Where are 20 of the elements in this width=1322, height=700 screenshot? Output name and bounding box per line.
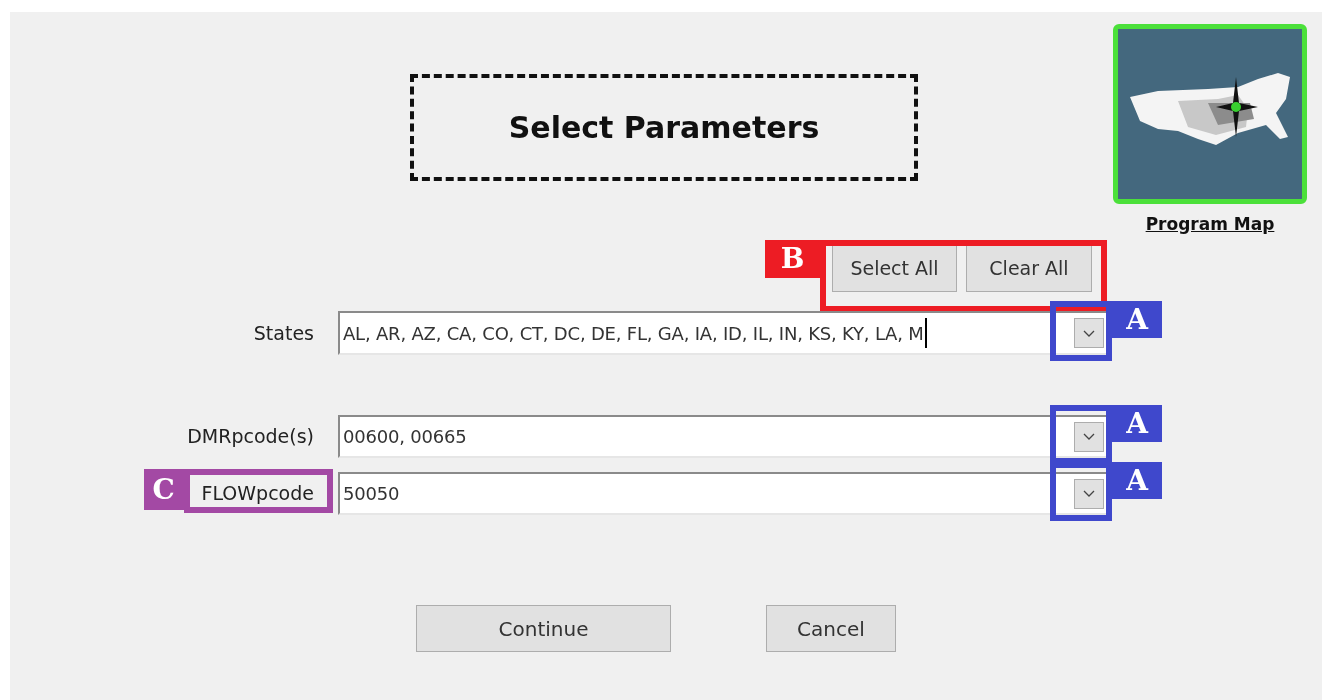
- chevron-icon: [1083, 433, 1095, 440]
- select-button[interactable]: Clear All: [966, 245, 1092, 292]
- annotation-label: A: [1112, 462, 1162, 499]
- select-button[interactable]: Select All: [832, 245, 957, 292]
- field-label: DMRpcode(s): [187, 425, 314, 448]
- dropdown-button[interactable]: [1074, 478, 1104, 509]
- annotation-label: A: [1112, 405, 1162, 442]
- chevron-icon: [1083, 329, 1095, 337]
- action-button[interactable]: Continue: [416, 605, 671, 652]
- field-label: FLOWpcode: [201, 482, 314, 505]
- chevron-icon: [1083, 490, 1095, 497]
- annotation-label: C: [143, 469, 184, 511]
- page-title: Select Parameters: [410, 74, 918, 181]
- annotation-label: A: [1112, 301, 1162, 338]
- program-map-link[interactable]: Program Map: [1145, 211, 1275, 237]
- action-button[interactable]: Cancel: [766, 605, 896, 652]
- annotation-label: B: [765, 240, 820, 278]
- field-label: States: [253, 321, 314, 344]
- dropdown-button[interactable]: [1074, 318, 1104, 348]
- dropdown-button[interactable]: [1074, 421, 1104, 452]
